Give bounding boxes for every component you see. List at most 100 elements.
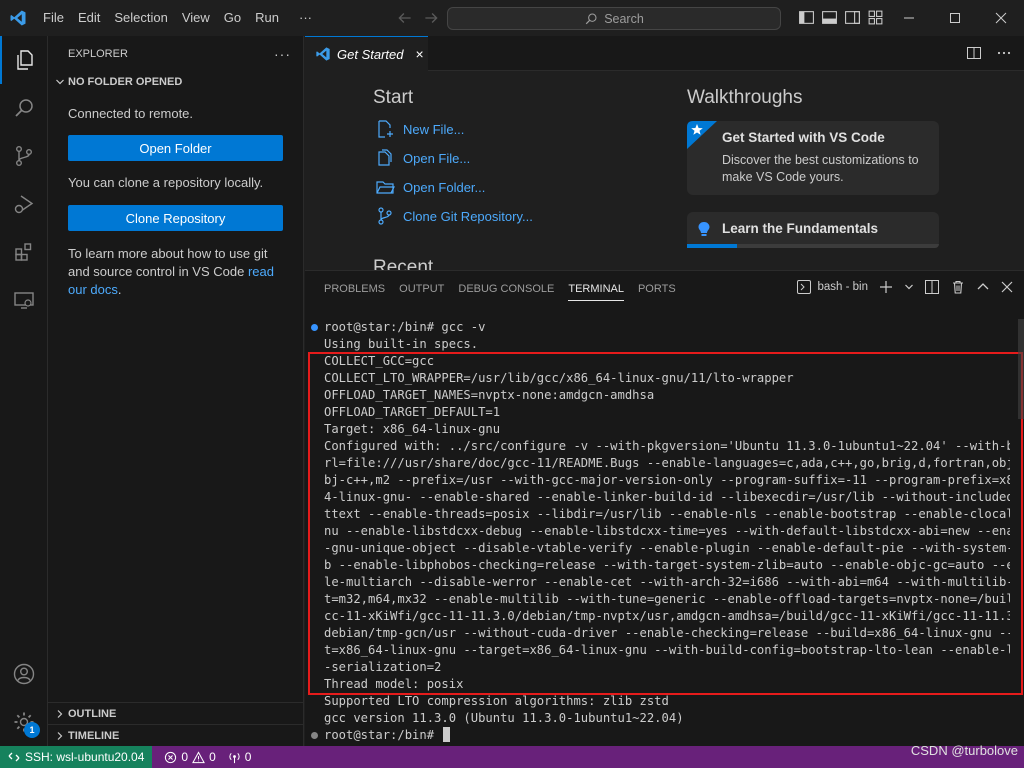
error-icon — [165, 751, 177, 763]
terminal-line: le-multiarch --disable-werror --enable-c… — [324, 575, 1010, 589]
remote-indicator[interactable]: SSH: wsl-ubuntu20.04 — [0, 746, 153, 768]
chevron-down-icon — [52, 74, 68, 90]
remote-label: SSH: wsl-ubuntu20.04 — [25, 750, 145, 764]
sidebar-title: EXPLORER — [68, 47, 128, 60]
search-icon — [15, 99, 33, 117]
files-icon — [17, 50, 33, 70]
terminal-line: COLLECT_GCC=gcc — [324, 354, 435, 368]
new-file-link[interactable]: New File... — [375, 119, 464, 139]
run-debug-activity[interactable] — [0, 180, 48, 228]
menu-bar: File Edit Selection View Go Run ··· — [36, 0, 319, 36]
problems-indicator[interactable]: 0 0 — [164, 750, 216, 764]
editor-actions — [966, 45, 1012, 61]
close-panel-icon[interactable] — [1000, 280, 1014, 294]
toggle-secondary-sidebar-icon[interactable] — [844, 9, 861, 26]
star-badge-icon — [687, 121, 717, 149]
no-folder-section-header[interactable]: NO FOLDER OPENED — [48, 71, 303, 93]
terminal-line: COLLECT_LTO_WRAPPER=/usr/lib/gcc/x86_64-… — [324, 371, 794, 385]
tab-get-started[interactable]: Get Started × — [305, 36, 428, 71]
search-label: Search — [604, 11, 644, 26]
remote-explorer-icon — [14, 292, 34, 309]
open-file-label: Open File... — [403, 150, 471, 166]
bottom-panel: PROBLEMS OUTPUT DEBUG CONSOLE TERMINAL P… — [305, 270, 1024, 746]
ports-indicator[interactable]: 0 — [228, 750, 252, 764]
open-folder-link[interactable]: Open Folder... — [375, 177, 485, 197]
tab-debug-console[interactable]: DEBUG CONSOLE — [458, 271, 554, 307]
terminal-line: root@star:/bin# gcc -v — [324, 320, 486, 334]
tab-problems[interactable]: PROBLEMS — [324, 271, 385, 307]
warning-count: 0 — [209, 750, 216, 764]
sidebar-more-actions[interactable]: ··· — [274, 46, 291, 62]
terminal-line: cc-11-xKiWfi/gcc-11-11.3.0/debian/tmp-nv… — [324, 609, 1010, 623]
outline-section-header[interactable]: OUTLINE — [48, 702, 304, 724]
search-icon — [585, 12, 597, 24]
tab-output[interactable]: OUTPUT — [399, 271, 444, 307]
accounts-activity[interactable] — [0, 650, 48, 698]
sidebar-header: EXPLORER ··· — [48, 36, 303, 71]
chevron-right-icon — [52, 709, 68, 719]
close-window-button[interactable] — [978, 0, 1024, 36]
toggle-panel-icon[interactable] — [821, 9, 838, 26]
walkthrough-fundamentals[interactable]: Learn the Fundamentals — [687, 212, 939, 248]
close-tab-icon[interactable]: × — [415, 46, 423, 62]
terminal-line: Target: x86_64-linux-gnu — [324, 422, 501, 436]
connected-text: Connected to remote. — [68, 106, 194, 121]
minimize-button[interactable] — [886, 0, 932, 36]
ports-count: 0 — [244, 750, 252, 764]
command-status-dot — [311, 732, 318, 739]
clone-git-link[interactable]: Clone Git Repository... — [375, 206, 533, 226]
tab-terminal[interactable]: TERMINAL — [568, 271, 624, 307]
menu-selection[interactable]: Selection — [107, 0, 174, 36]
maximize-panel-icon[interactable] — [976, 280, 990, 294]
tab-ports[interactable]: PORTS — [638, 271, 676, 307]
terminal-icon — [797, 280, 812, 294]
extensions-activity[interactable] — [0, 228, 48, 276]
split-terminal-icon[interactable] — [924, 279, 940, 295]
customize-layout-icon[interactable] — [867, 9, 884, 26]
new-file-label: New File... — [403, 121, 465, 137]
forward-arrow-icon[interactable] — [422, 9, 440, 27]
search-activity[interactable] — [0, 84, 48, 132]
back-arrow-icon[interactable] — [396, 9, 414, 27]
toggle-primary-sidebar-icon[interactable] — [798, 9, 815, 26]
menu-more[interactable]: ··· — [292, 0, 319, 36]
open-file-link[interactable]: Open File... — [375, 148, 470, 168]
menu-file[interactable]: File — [36, 0, 71, 36]
activity-bar: 1 — [0, 36, 48, 746]
folder-icon — [376, 181, 395, 194]
terminal-output[interactable]: root@star:/bin# gcc -v Using built-in spe… — [305, 319, 1011, 744]
card2-title: Learn the Fundamentals — [722, 221, 879, 236]
manage-activity[interactable]: 1 — [0, 698, 48, 746]
new-file-icon — [378, 120, 393, 138]
explorer-activity[interactable] — [0, 36, 48, 84]
terminal-line: t=x86_64-linux-gnu --target=x86_64-linux… — [324, 643, 1010, 657]
open-folder-button[interactable]: Open Folder — [68, 135, 283, 161]
menu-go[interactable]: Go — [217, 0, 248, 36]
more-actions-icon[interactable] — [996, 45, 1012, 61]
open-file-icon — [378, 149, 392, 166]
command-center-search[interactable]: Search — [447, 7, 781, 30]
vscode-logo-icon — [0, 0, 36, 36]
open-folder-label: Open Folder... — [403, 179, 486, 195]
terminal-selector[interactable]: bash - bin — [796, 279, 868, 295]
terminal-line: root@star:/bin# — [324, 727, 1010, 744]
menu-run[interactable]: Run — [248, 0, 286, 36]
split-editor-icon[interactable] — [966, 45, 982, 61]
walkthrough-get-started[interactable]: Get Started with VS Code Discover the be… — [687, 121, 939, 195]
card1-description: Discover the best customizations to make… — [722, 153, 919, 184]
learn-text: To learn more about how to use git and s… — [68, 246, 268, 279]
csdn-watermark: CSDN @turbolove — [910, 743, 1018, 758]
add-terminal-icon[interactable] — [878, 279, 894, 295]
progress-fill — [687, 244, 738, 248]
menu-view[interactable]: View — [175, 0, 217, 36]
menu-edit[interactable]: Edit — [71, 0, 107, 36]
maximize-button[interactable] — [932, 0, 978, 36]
remote-explorer-activity[interactable] — [0, 276, 48, 324]
timeline-section-header[interactable]: TIMELINE — [48, 724, 304, 746]
chevron-down-icon[interactable] — [904, 282, 914, 292]
source-control-activity[interactable] — [0, 132, 48, 180]
learn-text-end: . — [117, 282, 122, 297]
clone-repository-button[interactable]: Clone Repository — [68, 205, 283, 231]
terminal-scrollbar[interactable] — [1018, 319, 1024, 419]
trash-icon[interactable] — [950, 279, 966, 295]
